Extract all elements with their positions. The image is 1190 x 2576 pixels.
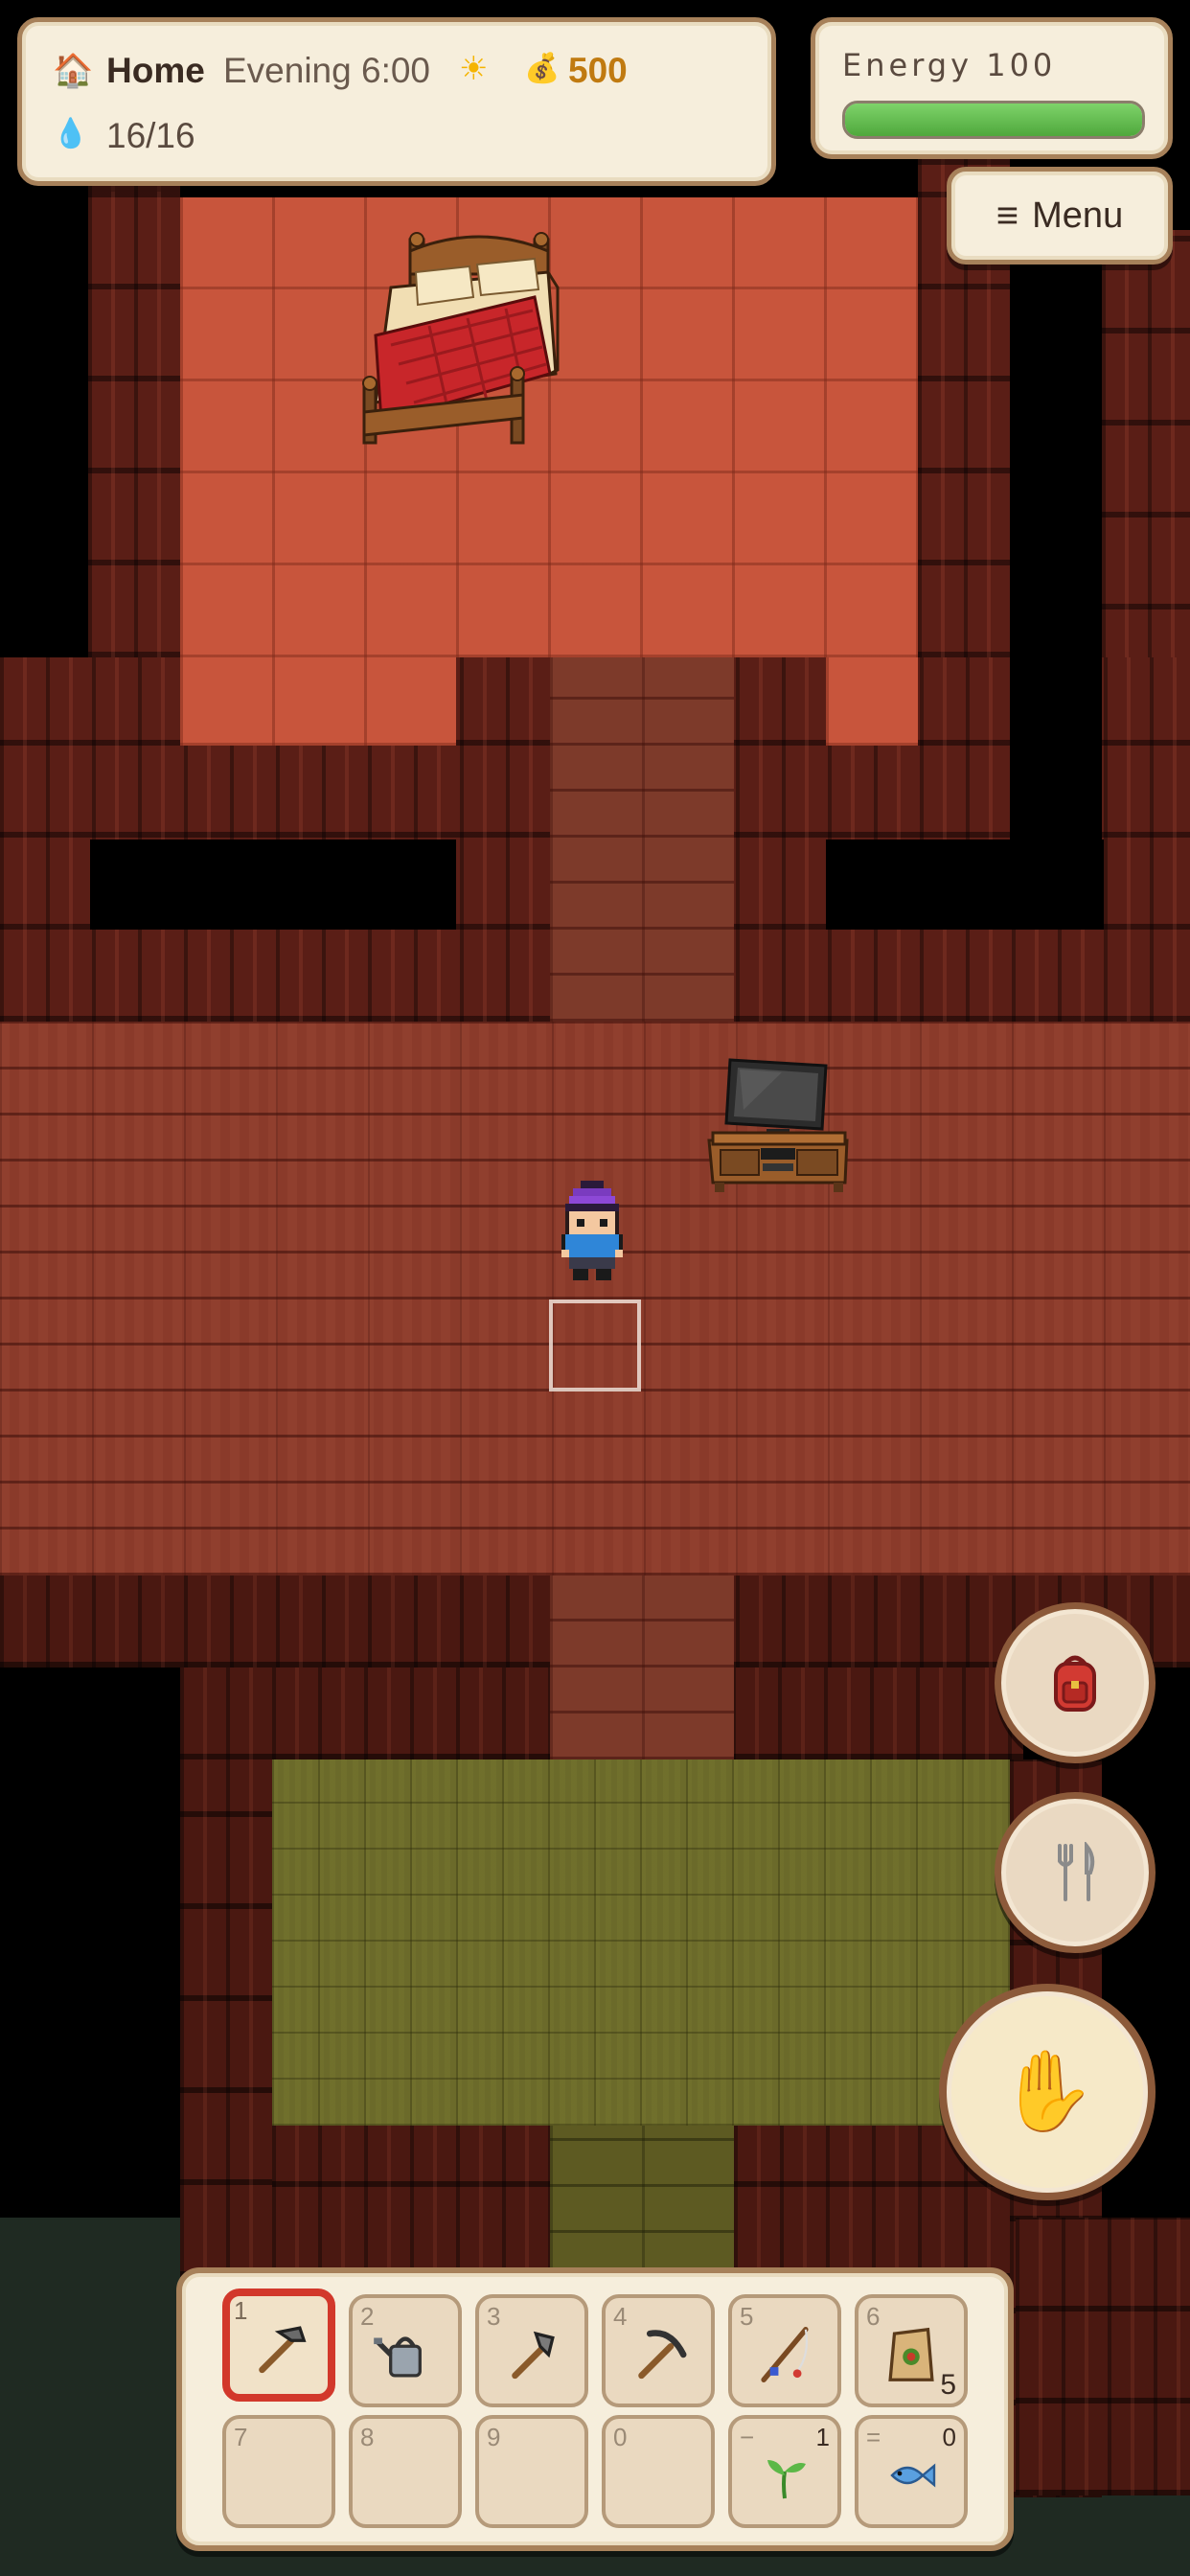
watering-can-icon	[374, 2336, 422, 2378]
interact-button[interactable]: ✋	[939, 1984, 1156, 2200]
slot-key: 0	[613, 2423, 628, 2451]
backpack-icon	[1054, 1655, 1096, 1712]
sun-icon: ☀	[459, 50, 489, 88]
void	[0, 1668, 180, 2218]
hallway-floor	[550, 1576, 734, 1760]
hotbar-slot-2[interactable]: 2	[349, 2294, 462, 2407]
hamburger-icon: ≡	[995, 194, 1019, 237]
hoe-icon	[259, 2326, 307, 2374]
doorway-floor	[550, 2126, 734, 2279]
water-drop-icon: 💧	[53, 117, 89, 150]
hotbar-slot-1[interactable]: 1	[222, 2288, 335, 2402]
green-room-floor	[272, 1760, 1010, 2126]
hotbar-slot-minus[interactable]: − 1	[728, 2415, 841, 2528]
hotbar-slot-8[interactable]: 8	[349, 2415, 462, 2528]
fish-icon	[890, 2463, 936, 2488]
money-bag-icon: 💰	[524, 52, 561, 85]
hotbar-slot-7[interactable]: 7	[222, 2415, 335, 2528]
tv-stand[interactable]	[705, 1052, 851, 1198]
hotbar: 1 2 3 4 5 6 5 7 8 9 0 − 1 = 0	[176, 2267, 1014, 2551]
sprout-icon	[767, 2460, 806, 2499]
seed-bag-icon	[888, 2328, 934, 2382]
void	[1010, 259, 1102, 840]
energy-label: Energy 100	[842, 47, 1057, 83]
slot-key: =	[866, 2423, 881, 2451]
void	[90, 840, 456, 930]
backpack-button[interactable]	[995, 1602, 1156, 1763]
hotbar-slot-0[interactable]: 0	[602, 2415, 715, 2528]
hotbar-slot-4[interactable]: 4	[602, 2294, 715, 2407]
status-panel: 🏠 Home Evening 6:00 ☀ 💰 500 💧 16/16	[17, 17, 776, 186]
fishing-rod-icon	[761, 2327, 809, 2383]
living-room-floor	[0, 1022, 1190, 1576]
energy-bar	[842, 101, 1145, 139]
slot-count: 1	[815, 2423, 830, 2451]
pickaxe-icon	[638, 2330, 687, 2380]
slot-count: 5	[940, 2369, 956, 2401]
void	[826, 840, 1104, 930]
energy-panel: Energy 100	[811, 17, 1173, 159]
house-icon: 🏠	[53, 52, 94, 90]
slot-count: 0	[942, 2423, 956, 2451]
slot-key: −	[740, 2423, 755, 2451]
slot-key: 8	[360, 2423, 375, 2451]
slot-key: 9	[487, 2423, 501, 2451]
wall-segment	[1016, 2218, 1190, 2496]
location-label: Home	[106, 51, 205, 90]
slot-key: 7	[234, 2423, 248, 2451]
bedroom-floor	[180, 657, 456, 746]
hotbar-slot-6[interactable]: 6 5	[855, 2294, 968, 2407]
player-character[interactable]	[558, 1181, 630, 1280]
slot-key: 6	[866, 2302, 881, 2331]
eat-button[interactable]	[995, 1792, 1156, 1953]
hand-icon: ✋	[997, 2046, 1097, 2137]
fork-knife-icon	[1058, 1842, 1095, 1901]
hallway-floor	[550, 657, 734, 1022]
bed[interactable]	[353, 230, 565, 456]
hotbar-slot-equals[interactable]: = 0	[855, 2415, 968, 2528]
wall-segment	[180, 1760, 272, 2277]
wall-segment	[272, 2126, 550, 2279]
hotbar-slot-3[interactable]: 3	[475, 2294, 588, 2407]
menu-label: Menu	[1032, 195, 1124, 236]
energy-bar-fill	[845, 104, 1142, 136]
hotbar-slot-5[interactable]: 5	[728, 2294, 841, 2407]
hotbar-slot-9[interactable]: 9	[475, 2415, 588, 2528]
water-value: 16/16	[106, 116, 195, 155]
tile-selector	[549, 1300, 641, 1392]
menu-button[interactable]: ≡ Menu	[947, 167, 1173, 264]
axe-icon	[512, 2332, 555, 2380]
money-value: 500	[568, 51, 628, 90]
time-label: Evening 6:00	[223, 51, 431, 90]
bedroom-floor	[826, 657, 918, 746]
